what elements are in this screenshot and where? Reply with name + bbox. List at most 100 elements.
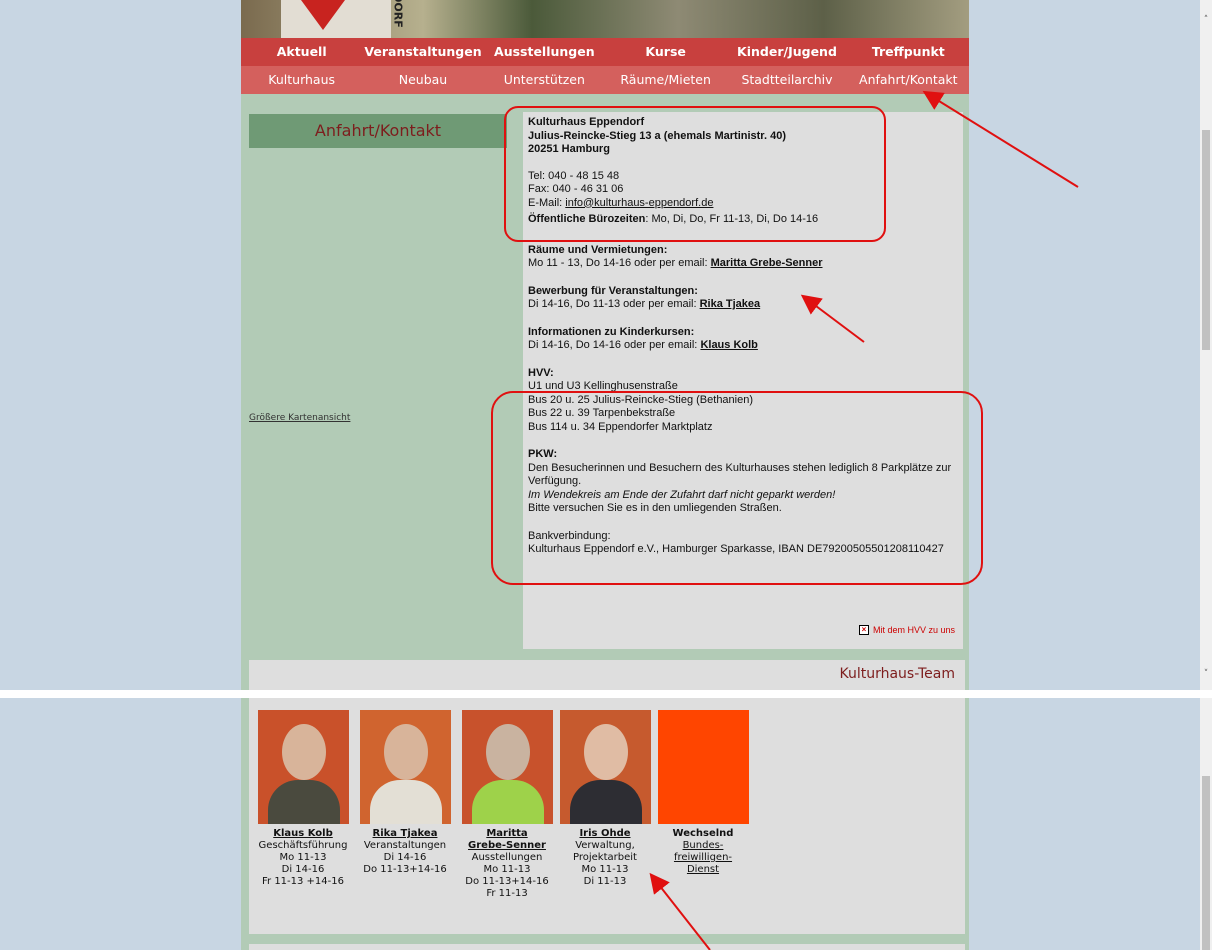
member-hours: Fr 11-13 +14-16 <box>262 876 344 887</box>
member-role: Veranstaltungen <box>363 840 447 851</box>
phone: Tel: 040 - 48 15 48 <box>528 169 620 182</box>
nav-anfahrt-kontakt[interactable]: Anfahrt/Kontakt <box>848 66 969 94</box>
kids-title: Informationen zu Kinderkursen: <box>528 325 695 338</box>
scroll-thumb[interactable] <box>1202 776 1210 950</box>
pkw-text: Den Besucherinnen und Besuchern des Kult… <box>528 461 952 488</box>
bfd-link[interactable]: Dienst <box>655 864 751 876</box>
member-hours: Mo 11-13 <box>581 864 629 875</box>
member-hours: Di 14-16 <box>281 864 325 875</box>
bfd-link[interactable]: Bundes- <box>655 840 751 852</box>
logo[interactable]: DORF <box>281 0 405 38</box>
scroll-up-icon[interactable]: ˄ <box>1200 14 1212 26</box>
bank-title: Bankverbindung: <box>528 529 611 542</box>
rooms-contact-link[interactable]: Maritta Grebe-Senner <box>711 257 823 269</box>
team-panel: Klaus Kolb Geschäftsführung Mo 11-13 Di … <box>249 698 965 934</box>
nav-ausstellungen[interactable]: Ausstellungen <box>484 38 605 66</box>
member-hours: Do 11-13+14-16 <box>465 876 549 887</box>
larger-map-link[interactable]: Größere Kartenansicht <box>249 413 350 423</box>
team-header: Kulturhaus-Team <box>249 660 965 690</box>
hvv-route-label: Mit dem HVV zu uns <box>872 624 955 635</box>
nav-kinder-jugend[interactable]: Kinder/Jugend <box>726 38 847 66</box>
address-street: Julius-Reincke-Stieg 13 a (ehemals Marti… <box>528 129 786 142</box>
nav-unterstuetzen[interactable]: Unterstützen <box>484 66 605 94</box>
nav-treffpunkt[interactable]: Treffpunkt <box>848 38 969 66</box>
office-hours: : Mo, Di, Do, Fr 11-13, Di, Do 14-16 <box>645 213 819 225</box>
hvv-title: HVV: <box>528 366 554 379</box>
hvv-line: Bus 114 u. 34 Eppendorfer Marktplatz <box>528 420 713 433</box>
nav-kurse[interactable]: Kurse <box>605 38 726 66</box>
member-role: Projektarbeit <box>573 852 637 863</box>
member-role: Verwaltung, <box>575 840 635 851</box>
fax: Fax: 040 - 46 31 06 <box>528 183 624 195</box>
member-name-link[interactable]: Rika Tjakea <box>357 828 453 840</box>
contact-panel: Kulturhaus Eppendorf Julius-Reincke-Stie… <box>523 112 963 649</box>
bfd-link[interactable]: freiwilligen- <box>655 852 751 864</box>
member-photo <box>359 710 451 824</box>
logo-mark-icon <box>301 0 345 30</box>
team-member: Maritta Grebe-Senner Ausstellungen Mo 11… <box>459 710 555 900</box>
hvv-line: Bus 20 u. 25 Julius-Reincke-Stieg (Betha… <box>528 393 754 406</box>
team-title: Kulturhaus-Team <box>839 666 955 682</box>
logo-text: DORF <box>391 0 405 28</box>
pkw-warning: Im Wendekreis am Ende der Zufahrt darf n… <box>528 488 836 501</box>
scroll-thumb[interactable] <box>1202 130 1210 350</box>
scrollbar[interactable]: ˄ ˅ <box>1200 0 1212 690</box>
events-text: Di 14-16, Do 11-13 oder per email: <box>528 298 700 310</box>
sidebar-title: Anfahrt/Kontakt <box>249 114 507 148</box>
email-label: E-Mail: <box>528 196 566 209</box>
hvv-line: Bus 22 u. 39 Tarpenbekstraße <box>528 407 676 419</box>
screenshot-divider <box>0 690 1212 698</box>
member-photo <box>559 710 651 824</box>
member-hours: Fr 11-13 <box>486 888 528 899</box>
nav-kulturhaus[interactable]: Kulturhaus <box>241 66 362 94</box>
office-hours-label: Öffentliche Bürozeiten <box>528 213 646 225</box>
screenshot-top: DORF Aktuell Veranstaltungen Ausstellung… <box>0 0 1212 690</box>
broken-image-icon: × <box>858 625 869 636</box>
member-name-link[interactable]: Klaus Kolb <box>255 828 351 840</box>
member-name: Wechselnd <box>672 828 734 839</box>
email-link[interactable]: info@kulturhaus-eppendorf.de <box>565 197 713 209</box>
bank-text: Kulturhaus Eppendorf e.V., Hamburger Spa… <box>528 543 944 555</box>
member-hours: Mo 11-13 <box>279 852 327 863</box>
member-hours: Di 11-13 <box>583 876 627 887</box>
member-photo-placeholder <box>657 710 749 824</box>
org-name: Kulturhaus Eppendorf <box>528 116 645 128</box>
main-nav-row-2: Kulturhaus Neubau Unterstützen Räume/Mie… <box>241 66 969 94</box>
events-contact-link[interactable]: Rika Tjakea <box>700 298 761 310</box>
member-role: Geschäftsführung <box>258 840 348 851</box>
rooms-title: Räume und Vermietungen: <box>528 243 668 256</box>
scrollbar-lower[interactable] <box>1200 698 1212 950</box>
events-title: Bewerbung für Veranstaltungen: <box>528 284 698 297</box>
main-nav-row-1: Aktuell Veranstaltungen Ausstellungen Ku… <box>241 38 969 66</box>
member-name-link[interactable]: Iris Ohde <box>557 828 653 840</box>
member-photo <box>461 710 553 824</box>
member-photo <box>257 710 349 824</box>
member-role: Ausstellungen <box>471 852 543 863</box>
nav-veranstaltungen[interactable]: Veranstaltungen <box>362 38 483 66</box>
team-member: Iris Ohde Verwaltung, Projektarbeit Mo 1… <box>557 710 653 888</box>
nav-neubau[interactable]: Neubau <box>362 66 483 94</box>
nav-aktuell[interactable]: Aktuell <box>241 38 362 66</box>
member-name-link[interactable]: Grebe-Senner <box>459 840 555 852</box>
member-hours: Di 14-16 <box>383 852 427 863</box>
member-hours: Do 11-13+14-16 <box>363 864 447 875</box>
kids-contact-link[interactable]: Klaus Kolb <box>700 339 757 351</box>
pkw-hint: Bitte versuchen Sie es in den umliegende… <box>528 502 782 514</box>
page-container-lower: Klaus Kolb Geschäftsführung Mo 11-13 Di … <box>241 698 969 950</box>
pkw-title: PKW: <box>528 448 558 460</box>
nav-stadtteilarchiv[interactable]: Stadtteilarchiv <box>726 66 847 94</box>
team-member: Wechselnd Bundes- freiwilligen- Dienst <box>655 710 751 876</box>
member-hours: Mo 11-13 <box>483 864 531 875</box>
hvv-route-link[interactable]: × Mit dem HVV zu uns <box>858 624 955 638</box>
header-banner: DORF <box>241 0 969 38</box>
hvv-line: U1 und U3 Kellinghusenstraße <box>528 380 678 392</box>
page-container: DORF Aktuell Veranstaltungen Ausstellung… <box>241 0 969 690</box>
member-name-link[interactable]: Maritta <box>459 828 555 840</box>
next-section-edge <box>249 944 965 950</box>
scroll-down-icon[interactable]: ˅ <box>1200 668 1212 680</box>
team-member: Klaus Kolb Geschäftsführung Mo 11-13 Di … <box>255 710 351 888</box>
address-city: 20251 Hamburg <box>528 143 610 155</box>
rooms-text: Mo 11 - 13, Do 14-16 oder per email: <box>528 257 711 269</box>
nav-raeume-mieten[interactable]: Räume/Mieten <box>605 66 726 94</box>
kids-text: Di 14-16, Do 14-16 oder per email: <box>528 339 701 351</box>
